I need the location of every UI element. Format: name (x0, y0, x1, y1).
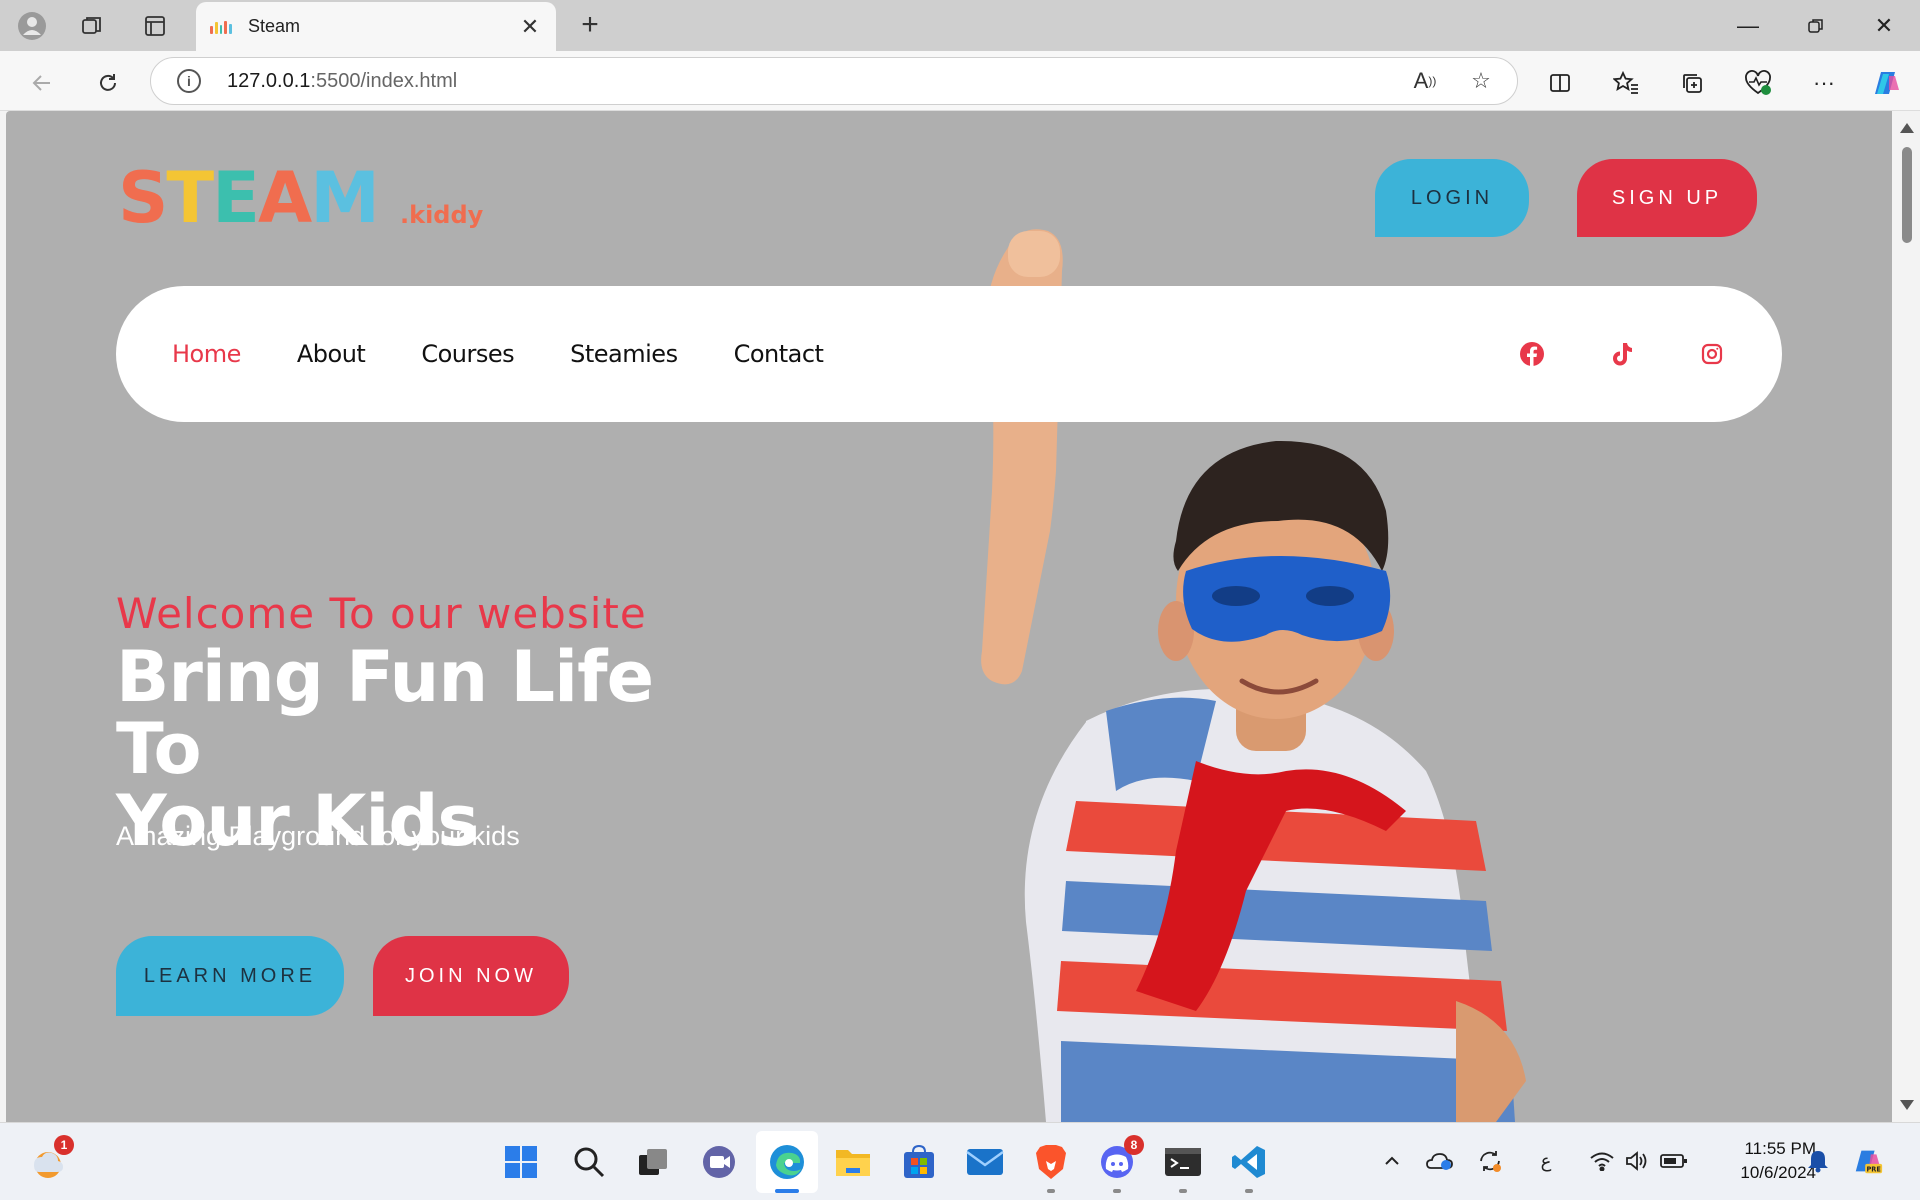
url-path: :5500/index.html (310, 69, 458, 92)
hero-subtitle: Amazing Playground for your kids (116, 821, 520, 851)
start-icon[interactable] (500, 1141, 542, 1183)
instagram-icon[interactable] (1698, 340, 1726, 368)
profile-icon[interactable] (14, 8, 50, 44)
read-aloud-icon[interactable]: A)) (1405, 61, 1445, 101)
star-icon[interactable]: ☆ (1461, 61, 1501, 101)
favorites-icon[interactable] (1606, 63, 1646, 103)
clock-time: 11:55 PM (1744, 1139, 1816, 1158)
logo-letter: E (212, 157, 260, 239)
battery-icon[interactable] (1658, 1145, 1690, 1177)
running-indicator (1245, 1189, 1253, 1193)
running-indicator (1047, 1189, 1055, 1193)
restore-icon[interactable] (1782, 0, 1850, 51)
volume-icon[interactable] (1620, 1145, 1652, 1177)
store-icon[interactable] (898, 1141, 940, 1183)
nav-item-contact[interactable]: Contact (734, 340, 824, 368)
vscode-icon[interactable] (1228, 1141, 1270, 1193)
login-button[interactable]: LOGIN (1375, 159, 1529, 237)
teams-icon[interactable] (698, 1141, 740, 1183)
scroll-up-icon[interactable] (1900, 123, 1914, 133)
window-close-icon[interactable]: ✕ (1850, 0, 1918, 51)
hero-headline-line1: Bring Fun Life To (116, 636, 654, 790)
system-clock[interactable]: 11:55 PM 10/6/2024 (1700, 1137, 1816, 1185)
steam-favicon-icon (210, 20, 232, 34)
scroll-down-icon[interactable] (1900, 1100, 1914, 1110)
collections-icon[interactable] (1672, 63, 1712, 103)
sync-icon[interactable] (1474, 1145, 1506, 1177)
split-screen-icon[interactable] (1540, 63, 1580, 103)
active-indicator (775, 1189, 799, 1193)
logo-letters: S T E A M (118, 157, 380, 239)
refresh-icon[interactable] (88, 63, 128, 103)
info-icon[interactable]: i (177, 69, 201, 93)
copilot-icon[interactable] (1866, 63, 1906, 103)
logo-letter: A (258, 157, 312, 239)
nav-item-about[interactable]: About (297, 340, 366, 368)
main-nav: Home About Courses Steamies Contact (116, 286, 1782, 422)
url-field[interactable]: i 127.0.0.1 :5500/index.html A)) ☆ (150, 57, 1518, 105)
tab-actions-icon[interactable] (137, 8, 173, 44)
logo-letter: M (310, 157, 380, 239)
terminal-icon[interactable] (1162, 1141, 1204, 1193)
nav-item-courses[interactable]: Courses (421, 340, 514, 368)
logo-letter: T (166, 157, 214, 239)
copilot-taskbar-icon[interactable]: PRE (1852, 1145, 1884, 1177)
more-icon[interactable]: ··· (1804, 63, 1844, 103)
mail-icon[interactable] (964, 1141, 1006, 1183)
search-icon[interactable] (568, 1141, 610, 1183)
windows-taskbar: 1 8 ع 11:55 PM 10/6/2024 PRE (0, 1122, 1920, 1200)
nav-item-home[interactable]: Home (172, 340, 241, 368)
back-arrow-icon[interactable] (22, 63, 62, 103)
active-tab[interactable]: Steam ✕ (196, 2, 556, 51)
notification-bell-icon[interactable] (1802, 1145, 1834, 1177)
site-logo[interactable]: S T E A M .kiddy (118, 163, 498, 243)
heart-pulse-icon[interactable] (1738, 63, 1778, 103)
task-view-icon[interactable] (632, 1141, 674, 1183)
wifi-icon[interactable] (1586, 1145, 1618, 1177)
onedrive-icon[interactable] (1424, 1145, 1456, 1177)
close-icon[interactable]: ✕ (518, 14, 542, 40)
clock-date: 10/6/2024 (1740, 1163, 1816, 1182)
running-indicator (1179, 1189, 1187, 1193)
brave-icon[interactable] (1030, 1141, 1072, 1193)
address-bar: i 127.0.0.1 :5500/index.html A)) ☆ ··· (0, 51, 1920, 111)
url-host: 127.0.0.1 (227, 69, 311, 92)
edge-icon[interactable] (766, 1141, 808, 1193)
learn-more-button[interactable]: LEARN MORE (116, 936, 344, 1016)
nav-links: Home About Courses Steamies Contact (172, 286, 824, 422)
page-viewport: S T E A M .kiddy LOGIN SIGN UP Home Abou… (6, 111, 1892, 1122)
hero-welcome: Welcome To our website (116, 589, 647, 638)
running-indicator (1113, 1189, 1121, 1193)
tiktok-icon[interactable] (1608, 340, 1636, 368)
page-scrollbar[interactable] (1892, 111, 1920, 1122)
scrollbar-thumb[interactable] (1902, 147, 1912, 243)
svg-text:PRE: PRE (1866, 1165, 1881, 1173)
social-links (1518, 286, 1726, 422)
discord-badge: 8 (1124, 1135, 1144, 1155)
plus-icon[interactable]: + (572, 8, 608, 44)
discord-icon[interactable]: 8 (1096, 1135, 1144, 1193)
join-now-button[interactable]: JOIN NOW (373, 936, 569, 1016)
tab-title: Steam (248, 16, 301, 36)
logo-suffix: .kiddy (400, 201, 484, 229)
file-explorer-icon[interactable] (832, 1141, 874, 1183)
signup-button[interactable]: SIGN UP (1577, 159, 1757, 237)
chevron-up-icon[interactable] (1376, 1145, 1408, 1177)
workspaces-icon[interactable] (74, 8, 110, 44)
facebook-icon[interactable] (1518, 340, 1546, 368)
nav-item-steamies[interactable]: Steamies (570, 340, 678, 368)
weather-icon[interactable]: 1 (26, 1135, 74, 1183)
weather-badge: 1 (54, 1135, 74, 1155)
minimize-icon[interactable]: — (1714, 0, 1782, 51)
browser-tab-bar: Steam ✕ + — ✕ (0, 0, 1920, 51)
logo-letter: S (118, 157, 168, 239)
language-indicator[interactable]: ع (1530, 1145, 1562, 1177)
